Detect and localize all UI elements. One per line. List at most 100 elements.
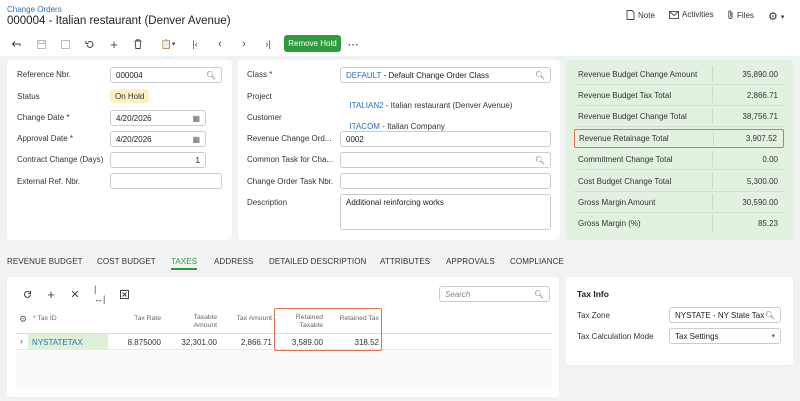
files-button[interactable]: Files <box>727 10 754 20</box>
project-desc: - Italian restaurant (Denver Avenue) <box>383 101 513 110</box>
files-label: Files <box>737 10 754 20</box>
header-tax-id[interactable]: * Tax ID <box>33 315 57 322</box>
plus-icon: + <box>47 286 55 302</box>
customer-value: ITACOM - Italian Company <box>345 113 444 131</box>
revenue-change-input[interactable]: 0002 <box>340 131 551 147</box>
grid-search-placeholder: Search <box>445 289 471 299</box>
project-code-link[interactable]: ITALIAN2 <box>349 101 383 110</box>
project-value: ITALIAN2 - Italian restaurant (Denver Av… <box>345 92 512 110</box>
grid-empty-area <box>16 351 552 391</box>
next-record-button[interactable]: › <box>239 38 249 50</box>
fit-columns-button[interactable]: |↔| <box>94 284 106 304</box>
calendar-icon: ▦ <box>192 114 200 123</box>
envelope-icon <box>669 10 679 19</box>
approval-date-input[interactable]: 4/20/2026 ▦ <box>110 131 206 147</box>
status-badge: On Hold <box>110 89 150 103</box>
tax-calc-mode-select[interactable]: Tax Settings ▾ <box>669 328 781 344</box>
page-title: 000004 - Italian restaurant (Denver Aven… <box>7 15 231 27</box>
approval-date-value: 4/20/2026 <box>116 134 152 144</box>
page-header <box>0 0 800 56</box>
header-taxable-amount[interactable]: Taxable Amount <box>168 314 217 330</box>
search-icon: 🔍︎ <box>205 71 216 80</box>
tab-attributes[interactable]: ATTRIBUTES <box>380 257 430 266</box>
customer-code-link[interactable]: ITACOM <box>349 122 380 131</box>
delete-row-button[interactable]: ✕ <box>69 288 81 301</box>
tax-calc-mode-value: Tax Settings <box>675 331 719 341</box>
ref-nbr-input[interactable]: 000004 🔍︎ <box>110 67 222 83</box>
tab-cost-budget[interactable]: COST BUDGET <box>97 257 156 266</box>
first-icon: |‹ <box>192 39 198 49</box>
more-actions-button[interactable]: ⋯ <box>347 38 359 51</box>
save-button[interactable] <box>35 38 47 50</box>
approval-date-label: Approval Date * <box>17 134 74 143</box>
description-label: Description <box>247 198 288 207</box>
header-tax-amount[interactable]: Tax Amount <box>222 315 272 323</box>
breadcrumb[interactable]: Change Orders <box>7 5 62 14</box>
row-tax-amount: 2,866.71 <box>240 338 272 347</box>
copy-paste-button[interactable]: 📋 ▾ <box>157 38 179 50</box>
tab-address[interactable]: ADDRESS <box>214 257 253 266</box>
add-button[interactable]: + <box>108 37 120 52</box>
tax-info-title: Tax Info <box>577 289 609 299</box>
description-input[interactable]: Additional reinforcing works <box>340 194 551 230</box>
add-row-button[interactable]: + <box>45 286 57 302</box>
refresh-button[interactable] <box>21 288 33 300</box>
last-icon: ›| <box>265 39 271 49</box>
retained-columns-highlight <box>274 308 382 351</box>
paperclip-icon <box>728 10 733 19</box>
ref-nbr-value: 000004 <box>116 70 143 80</box>
grid-search-input[interactable]: Search 🔍︎ <box>439 286 550 302</box>
class-code-link[interactable]: DEFAULT <box>346 71 381 80</box>
row-taxable-amount: 32,301.00 <box>181 338 217 347</box>
task-nbr-input[interactable] <box>340 173 551 189</box>
project-label: Project <box>247 92 272 101</box>
ref-nbr-label: Reference Nbr. <box>17 70 71 79</box>
calendar-icon: ▦ <box>192 135 200 144</box>
active-tab-indicator <box>171 268 197 270</box>
excel-icon <box>119 289 129 299</box>
delete-button[interactable] <box>132 38 144 50</box>
note-button[interactable]: Note <box>626 10 655 20</box>
tab-approvals[interactable]: APPROVALS <box>446 257 495 266</box>
tax-calc-mode-label: Tax Calculation Mode <box>577 332 654 341</box>
activities-button[interactable]: Activities <box>669 10 714 19</box>
tab-compliance[interactable]: COMPLIANCE <box>510 257 564 266</box>
class-input[interactable]: DEFAULT - Default Change Order Class 🔍︎ <box>340 67 551 83</box>
common-task-input[interactable]: 🔍︎ <box>340 152 551 168</box>
previous-record-button[interactable]: ‹ <box>215 38 225 50</box>
search-icon: 🔍︎ <box>764 311 775 320</box>
save-close-button[interactable] <box>59 38 71 50</box>
first-record-button[interactable]: |‹ <box>190 38 200 50</box>
last-record-button[interactable]: ›| <box>263 38 273 50</box>
external-ref-label: External Ref. Nbr. <box>17 177 81 186</box>
class-label: Class * <box>247 70 273 79</box>
contract-change-input[interactable]: 1 <box>110 152 206 168</box>
change-date-input[interactable]: 4/20/2026 ▦ <box>110 110 206 126</box>
status-label: Status <box>17 92 40 101</box>
note-icon <box>626 10 635 20</box>
contract-change-label: Contract Change (Days) <box>17 155 104 164</box>
remove-hold-button[interactable]: Remove Hold <box>284 35 341 52</box>
task-nbr-label: Change Order Task Nbr. <box>247 177 334 186</box>
settings-button[interactable]: ⚙ ▾ <box>768 10 784 23</box>
external-ref-input[interactable] <box>110 173 222 189</box>
summary-panel-left <box>7 60 232 240</box>
column-settings-icon[interactable]: ⚙ <box>19 314 27 325</box>
chevron-right-icon: › <box>242 38 246 50</box>
chevron-down-icon: ▾ <box>771 333 775 340</box>
class-desc: - Default Change Order Class <box>381 70 490 80</box>
row-tax-id[interactable]: NYSTATETAX <box>32 338 83 347</box>
back-button[interactable] <box>10 38 22 50</box>
chevron-right-icon[interactable]: › <box>20 336 23 346</box>
tab-detailed-description[interactable]: DETAILED DESCRIPTION <box>269 257 366 266</box>
export-excel-button[interactable] <box>118 288 130 300</box>
chevron-left-icon: ‹ <box>218 38 222 50</box>
activities-label: Activities <box>682 10 714 19</box>
header-tax-rate[interactable]: Tax Rate <box>118 315 161 323</box>
tab-taxes[interactable]: TAXES <box>171 257 197 266</box>
customer-label: Customer <box>247 113 282 122</box>
tab-revenue-budget[interactable]: REVENUE BUDGET <box>7 257 83 266</box>
tax-zone-label: Tax Zone <box>577 311 610 320</box>
tax-zone-input[interactable]: NYSTATE - NY State Tax 🔍︎ <box>669 307 781 323</box>
cancel-button[interactable] <box>84 38 96 50</box>
